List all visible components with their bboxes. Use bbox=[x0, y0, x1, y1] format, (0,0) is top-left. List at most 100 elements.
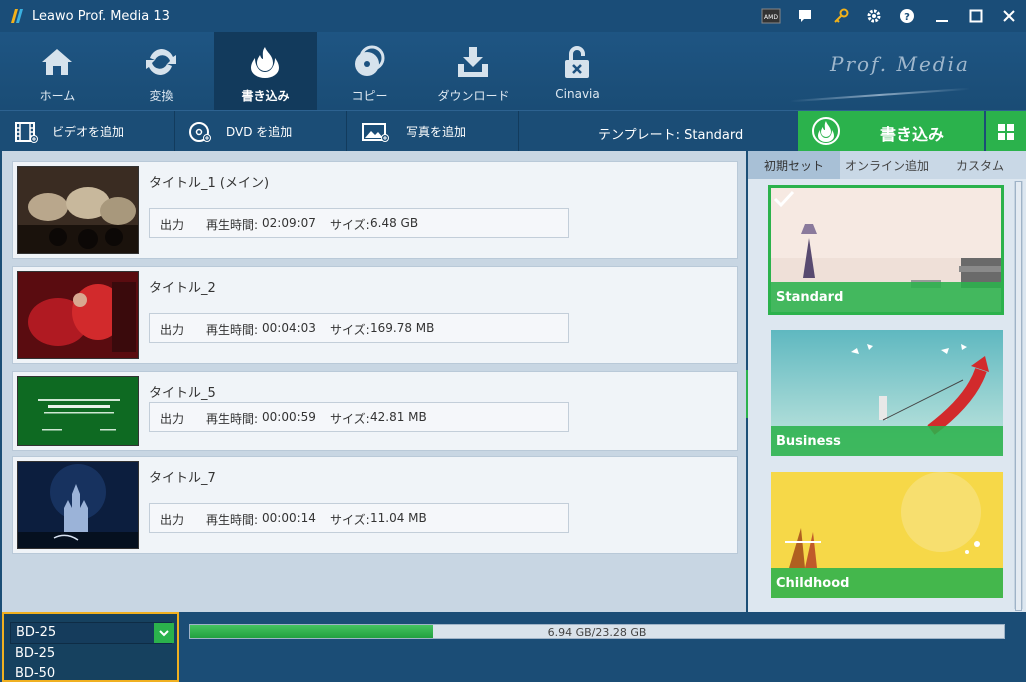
duration-value: 02:09:07 bbox=[262, 216, 316, 230]
output-label: 出力 bbox=[160, 323, 185, 337]
add-photo-label: 写真を追加 bbox=[406, 125, 467, 139]
size-label: サイズ: bbox=[330, 218, 370, 232]
nav-burn[interactable]: 書き込み bbox=[214, 32, 317, 110]
duration-label: 再生時間: bbox=[206, 412, 259, 426]
home-icon bbox=[42, 49, 72, 75]
template-childhood[interactable]: Childhood bbox=[771, 472, 1003, 598]
grid-view-button[interactable] bbox=[986, 111, 1026, 152]
tab-custom[interactable]: カスタム bbox=[934, 151, 1026, 179]
template-panel: 初期セット オンライン追加 カスタム Standard Business Chi… bbox=[748, 151, 1026, 612]
app-title: Leawo Prof. Media 13 bbox=[32, 9, 170, 24]
add-video-button[interactable]: ビデオを追加 bbox=[14, 111, 124, 152]
template-standard[interactable]: Standard bbox=[768, 185, 1004, 315]
title-name: タイトル_2 bbox=[149, 281, 216, 296]
output-label: 出力 bbox=[160, 218, 185, 232]
gear-icon[interactable] bbox=[864, 6, 884, 26]
app-logo bbox=[11, 9, 23, 23]
nav-copy-label: コピー bbox=[351, 89, 388, 103]
maximize-icon[interactable] bbox=[966, 6, 986, 26]
brand-swoosh bbox=[790, 87, 970, 103]
burn-button-label: 書き込み bbox=[880, 125, 945, 144]
checkmark-icon bbox=[773, 190, 795, 208]
title-row[interactable]: タイトル_5 出力 再生時間: 00:00:59 サイズ: 42.81 MB bbox=[12, 371, 738, 451]
nav-cinavia[interactable]: Cinavia bbox=[526, 32, 629, 110]
toolbar-divider bbox=[518, 111, 519, 152]
template-business[interactable]: Business bbox=[771, 330, 1003, 456]
template-scrollbar[interactable] bbox=[1014, 181, 1023, 611]
disc-option[interactable]: BD-50 bbox=[10, 664, 172, 681]
title-name: タイトル_7 bbox=[149, 471, 216, 486]
download-icon bbox=[458, 47, 488, 77]
template-name: Standard bbox=[771, 282, 1001, 312]
dvd-add-icon bbox=[189, 121, 211, 142]
disc-type-select[interactable]: BD-25 bbox=[10, 622, 174, 644]
output-label: 出力 bbox=[160, 513, 185, 527]
nav-convert[interactable]: 変換 bbox=[110, 32, 213, 110]
template-name: Childhood bbox=[771, 568, 1003, 598]
disc-usage-text: 6.94 GB/23.28 GB bbox=[547, 626, 647, 639]
duration-label: 再生時間: bbox=[206, 323, 259, 337]
chat-icon[interactable] bbox=[795, 6, 815, 26]
tab-online[interactable]: オンライン追加 bbox=[840, 151, 934, 179]
nav-copy[interactable]: コピー bbox=[318, 32, 421, 110]
brand-logo: Prof. Media bbox=[830, 52, 970, 76]
key-icon[interactable] bbox=[831, 6, 851, 26]
size-value: 42.81 MB bbox=[370, 410, 427, 424]
title-row[interactable]: タイトル_1 (メイン) 出力 再生時間: 02:09:07 サイズ: 6.48… bbox=[12, 161, 738, 259]
nav-download[interactable]: ダウンロード bbox=[422, 32, 525, 110]
disc-type-value: BD-25 bbox=[16, 625, 57, 640]
template-name: Business bbox=[771, 426, 1003, 456]
toolbar-divider bbox=[174, 111, 175, 152]
duration-label: 再生時間: bbox=[206, 513, 259, 527]
copy-icon bbox=[355, 45, 385, 76]
template-tabs: 初期セット オンライン追加 カスタム bbox=[748, 151, 1026, 179]
title-info: 出力 再生時間: 02:09:07 サイズ: 6.48 GB bbox=[149, 208, 569, 238]
template-label: テンプレート: Standard bbox=[598, 128, 744, 143]
disc-option[interactable]: BD-25 bbox=[10, 644, 172, 664]
title-thumbnail bbox=[17, 461, 139, 549]
nav-download-label: ダウンロード bbox=[437, 89, 510, 103]
add-photo-button[interactable]: 写真を追加 bbox=[362, 111, 466, 152]
film-icon bbox=[15, 121, 38, 143]
nav-home[interactable]: ホーム bbox=[6, 32, 109, 110]
main-nav: ホーム 変換 書き込み コピー ダウンロード Cinavia Prof. Med… bbox=[0, 32, 1026, 110]
duration-value: 00:04:03 bbox=[262, 321, 316, 335]
title-row[interactable]: タイトル_7 出力 再生時間: 00:00:14 サイズ: 11.04 MB bbox=[12, 456, 738, 554]
disc-type-dropdown[interactable]: BD-25 BD-25 BD-50 bbox=[2, 612, 179, 682]
duration-value: 00:00:14 bbox=[262, 511, 316, 525]
title-thumbnail bbox=[17, 376, 139, 446]
size-value: 11.04 MB bbox=[370, 511, 427, 525]
chevron-down-icon[interactable] bbox=[154, 623, 174, 643]
output-label: 出力 bbox=[160, 412, 185, 426]
scroll-thumb[interactable] bbox=[1015, 181, 1022, 611]
nav-burn-label: 書き込み bbox=[241, 89, 290, 103]
add-dvd-button[interactable]: DVD を追加 bbox=[188, 111, 292, 152]
svg-text:?: ? bbox=[904, 12, 910, 23]
disc-usage-bar: 6.94 GB/23.28 GB bbox=[189, 624, 1005, 639]
toolbar-divider bbox=[346, 111, 347, 152]
title-info: 出力 再生時間: 00:00:59 サイズ: 42.81 MB bbox=[149, 402, 569, 432]
title-info: 出力 再生時間: 00:04:03 サイズ: 169.78 MB bbox=[149, 313, 569, 343]
title-name: タイトル_5 bbox=[149, 386, 216, 401]
add-dvd-label: DVD を追加 bbox=[226, 125, 293, 139]
help-icon[interactable]: ? bbox=[897, 6, 917, 26]
svg-text:AMD: AMD bbox=[764, 14, 778, 21]
title-row[interactable]: タイトル_2 出力 再生時間: 00:04:03 サイズ: 169.78 MB bbox=[12, 266, 738, 364]
size-value: 6.48 GB bbox=[370, 216, 419, 230]
nav-cinavia-label: Cinavia bbox=[555, 87, 600, 101]
nav-home-label: ホーム bbox=[39, 89, 76, 103]
title-thumbnail bbox=[17, 271, 139, 359]
duration-label: 再生時間: bbox=[206, 218, 259, 232]
toolbar: ビデオを追加 DVD を追加 写真を追加 テンプレート: Standard 書き… bbox=[0, 110, 1026, 152]
amd-icon: AMD bbox=[761, 6, 781, 26]
bottom-bar: BD-25 BD-25 BD-50 6.94 GB/23.28 GB bbox=[0, 612, 1026, 682]
minimize-icon[interactable] bbox=[932, 6, 952, 26]
burn-button[interactable]: 書き込み bbox=[798, 111, 984, 152]
tab-preset[interactable]: 初期セット bbox=[748, 151, 840, 179]
close-icon[interactable] bbox=[999, 6, 1019, 26]
title-thumbnail bbox=[17, 166, 139, 254]
add-video-label: ビデオを追加 bbox=[52, 125, 125, 139]
photo-add-icon bbox=[362, 122, 389, 142]
convert-icon bbox=[146, 49, 176, 75]
duration-value: 00:00:59 bbox=[262, 410, 316, 424]
